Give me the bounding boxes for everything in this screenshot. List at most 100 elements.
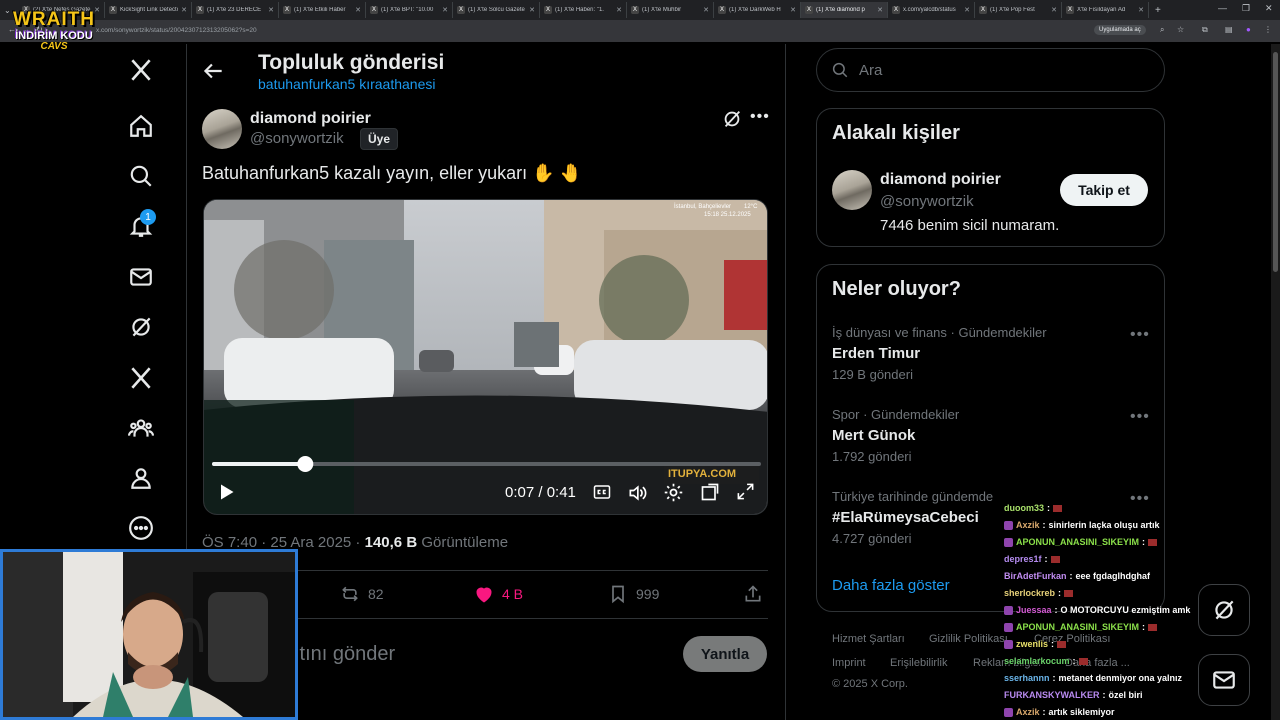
author-avatar[interactable] [202, 109, 242, 149]
trend-more-icon[interactable]: ••• [1130, 408, 1150, 426]
post-more-icon[interactable]: ••• [750, 108, 770, 126]
menu-icon[interactable]: ⋮ [1264, 25, 1272, 34]
premium-x-icon[interactable] [121, 358, 161, 398]
chat-message: duoom33: [1004, 500, 1204, 517]
back-arrow-icon[interactable] [200, 58, 226, 84]
author-name[interactable]: diamond poirier [250, 110, 371, 128]
tab-close-icon[interactable]: ✕ [268, 6, 274, 14]
share-button[interactable] [743, 584, 763, 604]
browser-tab[interactable]: X X'te Fısıldayan Ad ✕ [1062, 2, 1149, 18]
tab-close-icon[interactable]: ✕ [529, 6, 535, 14]
new-tab-icon[interactable]: + [1155, 5, 1161, 16]
browser-tab[interactable]: Xx.com/yalcdb/status ✕ [888, 2, 975, 18]
tab-close-icon[interactable]: ✕ [616, 6, 622, 14]
chat-message: zwenlis: [1004, 636, 1204, 653]
chat-username: BirAdetFurkan [1004, 571, 1067, 581]
footer-link[interactable]: Imprint [832, 657, 866, 669]
maximize-icon[interactable]: ❐ [1242, 3, 1250, 14]
settings-gear-icon[interactable] [663, 482, 684, 503]
footer-link[interactable]: Hizmet Şartları [832, 633, 905, 645]
fullscreen-icon[interactable] [736, 482, 755, 501]
heart-icon [476, 587, 492, 603]
video-progress-handle[interactable] [297, 456, 314, 472]
home-icon[interactable] [121, 106, 161, 146]
trend-name[interactable]: Mert Günok [832, 427, 915, 444]
video-watermark: ITUPYA.COM [668, 468, 736, 480]
author-handle[interactable]: @sonywortzik [250, 130, 344, 147]
browser-tab[interactable]: X (1) X'te Pop Fest ✕ [975, 2, 1062, 18]
communities-icon[interactable] [121, 408, 161, 448]
subscriber-badge-icon [1004, 640, 1013, 649]
reply-button[interactable]: Yanıtla [683, 636, 767, 672]
close-window-icon[interactable]: ✕ [1265, 3, 1273, 14]
explore-search-icon[interactable] [121, 156, 161, 196]
footer-link[interactable]: Gizlilik Politikası [929, 633, 1008, 645]
grok-icon[interactable] [121, 307, 161, 347]
scrollbar-thumb[interactable] [1273, 52, 1278, 272]
x-logo-icon[interactable] [121, 50, 161, 90]
more-options-icon[interactable] [121, 508, 161, 548]
messages-fab[interactable] [1198, 654, 1250, 706]
tab-close-icon[interactable]: ✕ [964, 6, 970, 14]
profile-person-icon[interactable] [121, 458, 161, 498]
video-player[interactable]: ITUPYA.COM İstanbul, Bahçelievler 12°C 1… [203, 199, 768, 515]
tab-close-icon[interactable]: ✕ [1051, 6, 1057, 14]
minimize-icon[interactable]: — [1218, 3, 1227, 13]
browser-tab[interactable]: X (1) X'te 23 DERECE ✕ [192, 2, 279, 18]
retweet-button[interactable]: 82 [340, 584, 384, 604]
zoom-icon[interactable]: ⌕ [1160, 25, 1164, 35]
tab-close-icon[interactable]: ✕ [790, 6, 796, 14]
tab-close-icon[interactable]: ✕ [442, 6, 448, 14]
browser-tab[interactable]: X (1) X'te BPT: "10.00 ✕ [366, 2, 453, 18]
browser-tab[interactable]: X KickSight Link Detector ✕ [105, 2, 192, 18]
trend-name[interactable]: Erden Timur [832, 345, 920, 362]
chat-separator: : [1058, 588, 1062, 598]
open-in-app-button[interactable]: Uygulamada aç [1094, 25, 1146, 35]
reply-input[interactable]: ıtını gönder [294, 643, 395, 666]
browser-tab[interactable]: X (1) X'te diamond p ✕ [801, 2, 888, 18]
browser-tab[interactable]: X (1) X'te Muhbir ✕ [627, 2, 714, 18]
extensions-icon[interactable]: ⧉ [1202, 25, 1208, 35]
page-scrollbar[interactable] [1271, 44, 1280, 720]
tab-close-icon[interactable]: ✕ [1138, 6, 1144, 14]
mail-icon [1213, 671, 1235, 689]
search-box[interactable]: Ara [816, 48, 1165, 92]
grok-fab[interactable] [1198, 584, 1250, 636]
messages-mail-icon[interactable] [121, 257, 161, 297]
chat-message: Juessaa: O MOTORCUYU ezmiştim amk [1004, 602, 1204, 619]
bookmark-star-icon[interactable]: ☆ [1177, 25, 1184, 34]
trend-count: 129 B gönderi [832, 367, 913, 382]
browser-tab[interactable]: X (1) X'te Etkili Haber ✕ [279, 2, 366, 18]
community-link[interactable]: batuhanfurkan5 kıraathanesi [258, 76, 435, 92]
related-avatar[interactable] [832, 170, 872, 210]
picture-in-picture-icon[interactable] [700, 482, 720, 502]
related-name[interactable]: diamond poirier [880, 171, 1001, 189]
url-text[interactable]: x.com/sonywortzik/status/200423071231320… [96, 27, 257, 34]
follow-button[interactable]: Takip et [1060, 174, 1148, 206]
bookmark-button[interactable]: 999 [608, 584, 659, 604]
tab-title: (1) X'te diamond p [816, 7, 865, 13]
video-temperature: 12°C [744, 204, 758, 210]
trend-name[interactable]: #ElaRümeysaCebeci [832, 509, 979, 526]
tab-close-icon[interactable]: ✕ [877, 6, 883, 14]
browser-tab[interactable]: X (1) X'te DarkWeb H ✕ [714, 2, 801, 18]
profile-icon[interactable]: ● [1246, 25, 1251, 34]
trend-more-icon[interactable]: ••• [1130, 326, 1150, 344]
subscriber-badge-icon [1004, 708, 1013, 717]
grok-explain-icon[interactable] [721, 108, 743, 130]
captions-icon[interactable] [592, 483, 612, 501]
browser-tab[interactable]: X (1) X'te Haberi: "1. ✕ [540, 2, 627, 18]
tab-title: (1) X'te Haberi: "1. [555, 7, 604, 13]
volume-icon[interactable] [626, 483, 648, 503]
sidebar-icon[interactable]: ▤ [1225, 25, 1233, 34]
tab-close-icon[interactable]: ✕ [181, 6, 187, 14]
play-icon[interactable] [216, 482, 236, 502]
footer-link[interactable]: Erişilebilirlik [890, 657, 947, 669]
like-button[interactable]: 4 B [474, 584, 523, 604]
related-handle[interactable]: @sonywortzik [880, 193, 974, 210]
show-more-link[interactable]: Daha fazla göster [832, 577, 950, 594]
trend-category: İş dünyası ve finans · Gündemdekiler [832, 325, 1047, 340]
browser-tab[interactable]: X (1) X'te Solcu Gazete ✕ [453, 2, 540, 18]
tab-close-icon[interactable]: ✕ [355, 6, 361, 14]
tab-close-icon[interactable]: ✕ [703, 6, 709, 14]
